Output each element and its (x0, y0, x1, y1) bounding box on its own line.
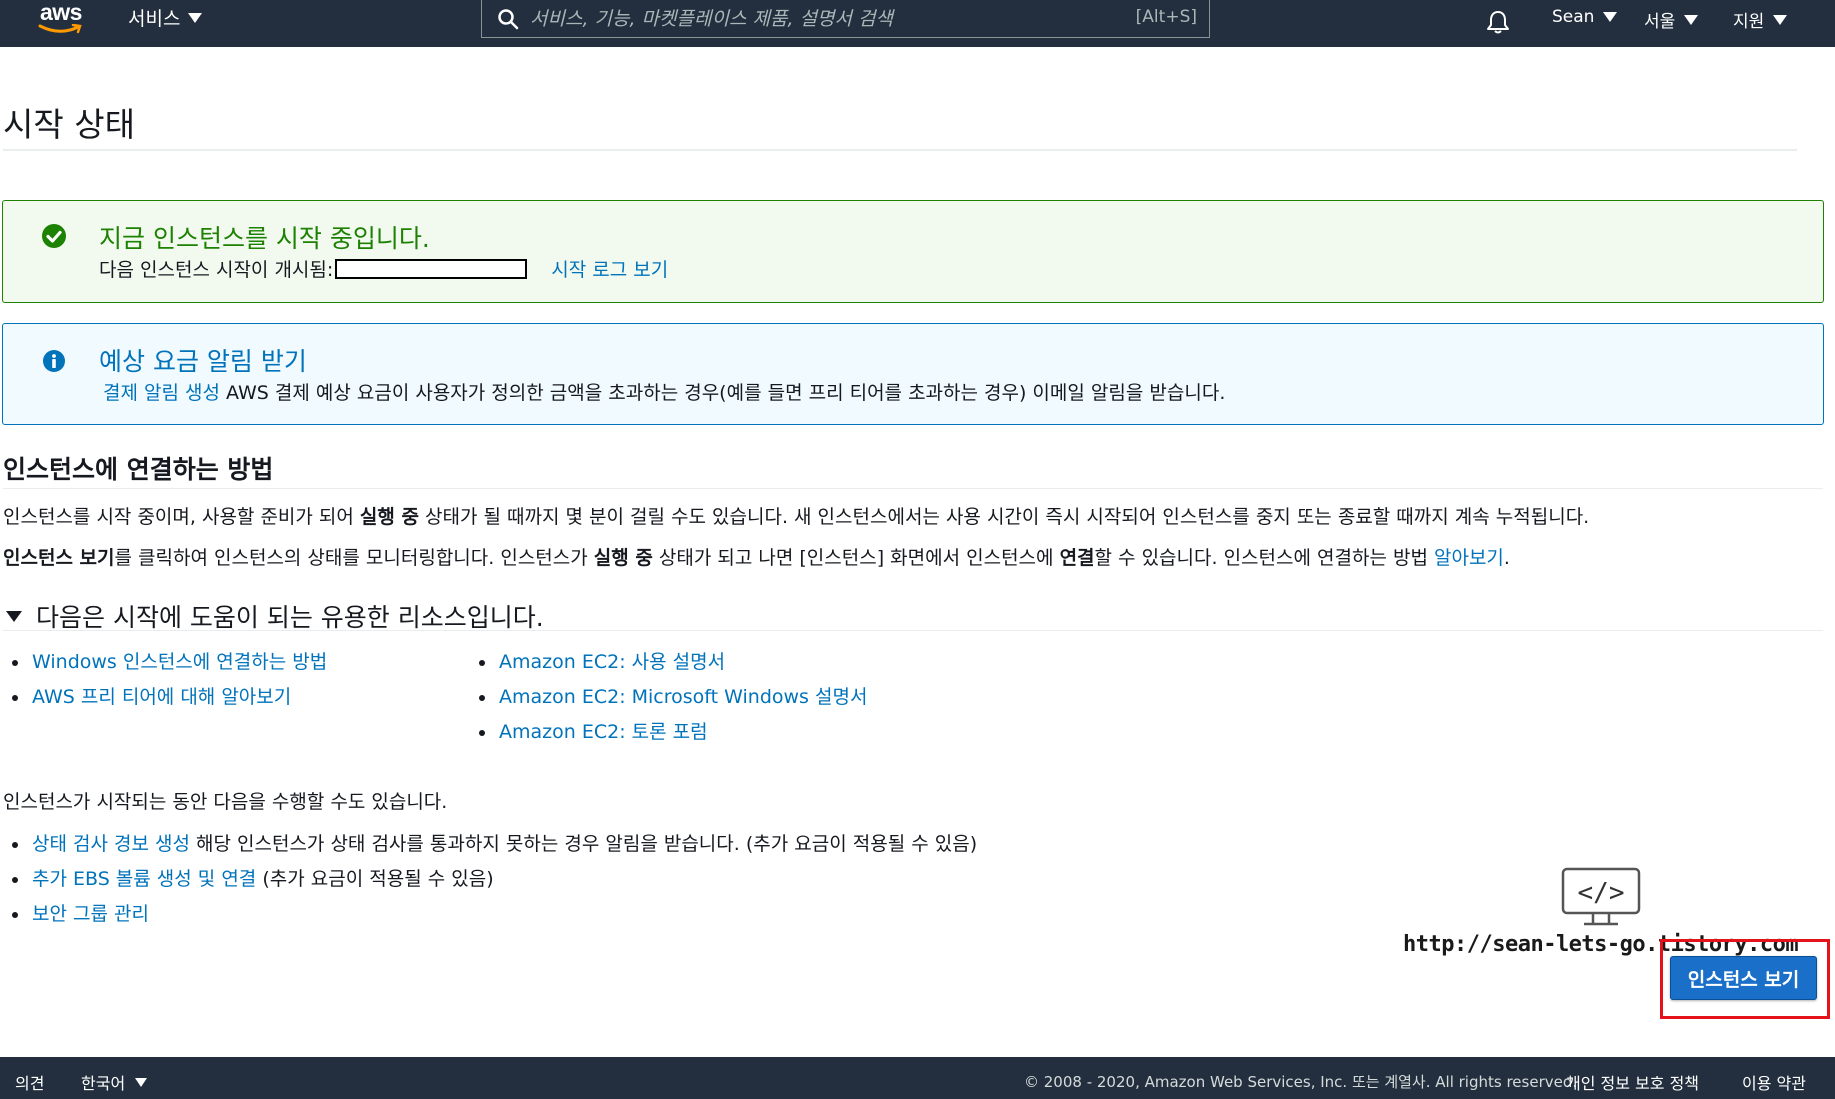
search-bar[interactable]: [Alt+S] (481, 0, 1210, 38)
page-title: 시작 상태 (3, 105, 135, 144)
feedback-label: 의견 (15, 1074, 45, 1093)
connect-paragraph-1: 인스턴스를 시작 중이며, 사용할 준비가 되어 실행 중 상태가 될 때까지 … (3, 502, 1589, 529)
free-tier-link[interactable]: AWS 프리 티어에 대해 알아보기 (32, 686, 291, 708)
top-nav-bar: aws 서비스 [Alt+S] Sean 서울 지원 (0, 0, 1835, 47)
create-ebs-volume-link[interactable]: 추가 EBS 볼륨 생성 및 연결 (32, 868, 256, 890)
list-item: Amazon EC2: 사용 설명서 (470, 649, 867, 684)
list-item: 상태 검사 경보 생성 해당 인스턴스가 상태 검사를 통과하지 못하는 경우 … (3, 831, 977, 866)
privacy-label: 개인 정보 보호 정책 (1566, 1074, 1700, 1093)
language-selector[interactable]: 한국어 (81, 1070, 148, 1094)
ec2-windows-guide-link[interactable]: Amazon EC2: Microsoft Windows 설명서 (499, 686, 867, 708)
redacted-instance-id (335, 258, 528, 279)
windows-connect-link[interactable]: Windows 인스턴스에 연결하는 방법 (32, 651, 327, 673)
chevron-down-icon (135, 1077, 148, 1087)
bold-running-text: 실행 중 (359, 506, 419, 528)
chevron-down-icon (1773, 14, 1788, 25)
region-label: 서울 (1644, 12, 1676, 32)
create-status-check-alarm-link[interactable]: 상태 검사 경보 생성 (32, 833, 190, 855)
search-input[interactable] (530, 7, 1090, 30)
search-shortcut-hint: [Alt+S] (1135, 7, 1197, 27)
text-span: 상태가 될 때까지 몇 분이 걸릴 수도 있습니다. 새 인스턴스에서는 사용 … (418, 506, 1590, 528)
view-launch-log-link[interactable]: 시작 로그 보기 (551, 255, 668, 282)
user-label: Sean (1552, 7, 1595, 27)
text-span: 를 클릭하여 인스턴스의 상태를 모니터링합니다. 인스턴스가 (114, 547, 594, 569)
terms-label: 이용 약관 (1742, 1074, 1806, 1093)
text-span: 할 수 있습니다. 인스턴스에 연결하는 방법 (1094, 547, 1434, 569)
chevron-down-icon (1684, 14, 1699, 25)
info-circle-icon (43, 350, 65, 372)
copyright-text: © 2008 - 2020, Amazon Web Services, Inc.… (1024, 1073, 1578, 1091)
section-divider (3, 630, 1823, 631)
support-label: 지원 (1733, 12, 1765, 32)
code-monitor-icon: </> (1561, 867, 1641, 926)
success-alert-message: 다음 인스턴스 시작이 개시됨: 시작 로그 보기 (99, 255, 668, 282)
bold-connect-text: 연결 (1059, 547, 1095, 569)
connect-section-heading: 인스턴스에 연결하는 방법 (3, 455, 274, 484)
create-billing-alarm-link[interactable]: 결제 알림 생성 (103, 382, 220, 404)
while-starting-intro: 인스턴스가 시작되는 동안 다음을 수행할 수도 있습니다. (3, 791, 448, 813)
info-alert: 예상 요금 알림 받기 결제 알림 생성 AWS 결제 예상 요금이 사용자가 … (2, 323, 1824, 425)
privacy-policy-link[interactable]: 개인 정보 보호 정책 (1566, 1070, 1699, 1094)
services-label: 서비스 (128, 8, 181, 30)
list-item: Amazon EC2: 토론 포럼 (470, 719, 867, 754)
info-alert-message: 결제 알림 생성 AWS 결제 예상 요금이 사용자가 정의한 금액을 초과하는… (103, 378, 1225, 405)
list-item: AWS 프리 티어에 대해 알아보기 (3, 684, 327, 719)
list-item: 보안 그룹 관리 (3, 901, 977, 936)
success-alert-title: 지금 인스턴스를 시작 중입니다. (99, 224, 430, 253)
connect-paragraph-2: 인스턴스 보기를 클릭하여 인스턴스의 상태를 모니터링합니다. 인스턴스가 실… (3, 543, 1510, 570)
caret-down-icon (6, 610, 22, 622)
resources-list-left: Windows 인스턴스에 연결하는 방법 AWS 프리 티어에 대해 알아보기 (3, 649, 327, 719)
manage-security-groups-link[interactable]: 보안 그룹 관리 (32, 903, 149, 925)
footer-bar: 의견 한국어 © 2008 - 2020, Amazon Web Service… (0, 1057, 1835, 1099)
ec2-forum-link[interactable]: Amazon EC2: 토론 포럼 (499, 721, 708, 743)
learn-more-link[interactable]: 알아보기 (1434, 547, 1504, 569)
chevron-down-icon (188, 12, 203, 23)
bold-running-text: 실행 중 (593, 547, 653, 569)
check-circle-icon (42, 224, 66, 248)
list-item: 추가 EBS 볼륨 생성 및 연결 (추가 요금이 적용될 수 있음) (3, 866, 977, 901)
annotation-highlight-box (1660, 939, 1830, 1019)
chevron-down-icon (1603, 12, 1618, 22)
bold-view-instances-text: 인스턴스 보기 (3, 547, 115, 569)
list-item: Windows 인스턴스에 연결하는 방법 (3, 649, 327, 684)
title-divider (3, 149, 1797, 151)
success-alert: 지금 인스턴스를 시작 중입니다. 다음 인스턴스 시작이 개시됨: 시작 로그… (2, 200, 1824, 303)
resources-heading: 다음은 시작에 도움이 되는 유용한 리소스입니다. (36, 603, 544, 632)
ec2-user-guide-link[interactable]: Amazon EC2: 사용 설명서 (499, 651, 725, 673)
while-starting-list: 상태 검사 경보 생성 해당 인스턴스가 상태 검사를 통과하지 못하는 경우 … (3, 831, 977, 936)
resources-list-right: Amazon EC2: 사용 설명서 Amazon EC2: Microsoft… (470, 649, 867, 754)
info-alert-text: AWS 결제 예상 요금이 사용자가 정의한 금액을 초과하는 경우(예를 들면… (219, 382, 1226, 404)
aws-smile-icon (38, 24, 82, 34)
section-divider (3, 488, 1823, 489)
text-span: 인스턴스를 시작 중이며, 사용할 준비가 되어 (3, 506, 360, 528)
search-icon (498, 8, 519, 29)
language-label: 한국어 (81, 1074, 126, 1093)
feedback-link[interactable]: 의견 (15, 1070, 44, 1094)
services-menu[interactable]: 서비스 (128, 4, 203, 31)
support-menu[interactable]: 지원 (1733, 7, 1788, 32)
text-span: . (1503, 547, 1510, 569)
region-menu[interactable]: 서울 (1644, 7, 1699, 32)
watermark-icon-text: </> (1578, 878, 1625, 908)
list-item-text: (추가 요금이 적용될 수 있음) (256, 868, 494, 890)
aws-logo-text: aws (40, 0, 82, 25)
info-alert-title: 예상 요금 알림 받기 (99, 347, 307, 376)
launch-started-label: 다음 인스턴스 시작이 개시됨: (99, 259, 334, 281)
list-item-text: 해당 인스턴스가 상태 검사를 통과하지 못하는 경우 알림을 받습니다. (추… (189, 833, 978, 855)
resources-expander[interactable]: 다음은 시작에 도움이 되는 유용한 리소스입니다. (6, 598, 544, 634)
list-item: Amazon EC2: Microsoft Windows 설명서 (470, 684, 867, 719)
aws-logo[interactable]: aws (36, 0, 86, 40)
text-span: 상태가 되고 나면 [인스턴스] 화면에서 인스턴스에 (652, 547, 1060, 569)
bell-icon[interactable] (1484, 8, 1512, 36)
user-menu[interactable]: Sean (1552, 7, 1618, 27)
terms-link[interactable]: 이용 약관 (1742, 1070, 1806, 1094)
